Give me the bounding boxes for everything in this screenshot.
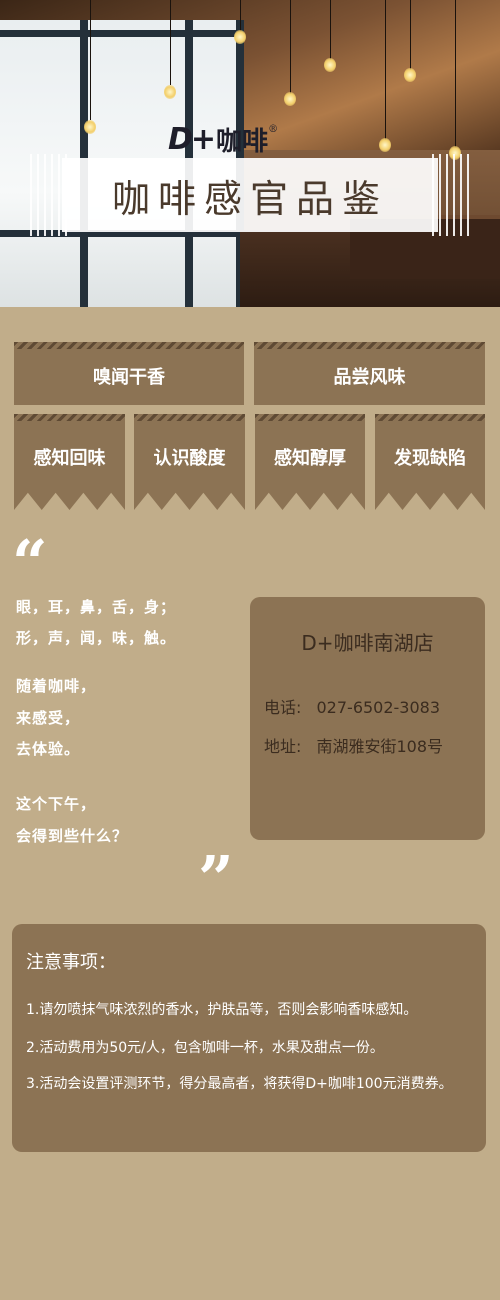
notice-title: 注意事项： <box>26 952 116 973</box>
step-tab-dry-aroma: 嗅闻干香 <box>14 342 244 405</box>
address-text: 南湖雅安街108号 <box>316 737 444 756</box>
notice-item: 1.请勿喷抹气味浓烈的香水，护肤品等，否则会影响香味感知。 <box>26 1002 418 1018</box>
step-tab-body: 感知醇厚 <box>255 414 365 510</box>
close-quote-icon: ” <box>198 842 234 915</box>
store-name: D+咖啡南湖店 <box>301 631 434 655</box>
notice-item: 2.活动费用为50元/人，包含咖啡一杯，水果及甜点一份。 <box>26 1040 384 1056</box>
light-bulb-icon <box>234 30 246 44</box>
light-bulb-icon <box>164 85 176 99</box>
lamp-cord <box>455 0 456 150</box>
step-tab-defects: 发现缺陷 <box>375 414 485 510</box>
light-bulb-icon <box>379 138 391 152</box>
logo-text: 咖啡 <box>216 126 269 157</box>
hero-banner-image: D+ 咖啡 ® 咖啡感官品鉴 <box>0 0 500 307</box>
light-bulb-icon <box>404 68 416 82</box>
lamp-cord <box>410 0 411 70</box>
phone-label: 电话: <box>264 698 302 717</box>
step-tab-label: 感知回味 <box>33 448 106 469</box>
lamp-cord <box>385 0 386 140</box>
notice-panel: 注意事项： 1.请勿喷抹气味浓烈的香水，护肤品等，否则会影响香味感知。 2.活动… <box>12 924 486 1152</box>
light-bulb-icon <box>324 58 336 72</box>
step-tab-label: 认识酸度 <box>153 448 226 469</box>
store-info-card: D+咖啡南湖店 电话: 027-6502-3083 地址: 南湖雅安街108号 <box>250 597 485 840</box>
poem-line: 形，声，闻，味，触。 <box>16 629 177 647</box>
poem-line: 来感受， <box>16 709 81 727</box>
step-tab-label: 感知醇厚 <box>274 448 346 469</box>
phone-number[interactable]: 027-6502-3083 <box>317 698 441 717</box>
logo-mark: D+ <box>168 121 216 157</box>
light-bulb-icon <box>84 120 96 134</box>
open-quote-icon: “ <box>12 526 48 599</box>
step-tab-acidity: 认识酸度 <box>134 414 245 510</box>
step-tab-label: 发现缺陷 <box>394 448 466 469</box>
poem-line: 去体验。 <box>16 740 81 758</box>
registered-mark: ® <box>268 124 279 135</box>
window-frame <box>0 30 240 37</box>
decorative-stripes <box>432 154 472 236</box>
store-phone-row: 电话: 027-6502-3083 <box>264 694 440 718</box>
notice-item: 3.活动会设置评测环节，得分最高者，将获得D+咖啡100元消费券。 <box>26 1076 453 1092</box>
store-address-row: 地址: 南湖雅安街108号 <box>264 733 443 757</box>
lamp-cord <box>290 0 291 95</box>
poem-line: 会得到些什么？ <box>16 827 129 845</box>
poem-line: 眼，耳，鼻，舌，身； <box>16 598 177 616</box>
step-tab-label: 嗅闻干香 <box>93 366 165 388</box>
lamp-cord <box>90 0 91 120</box>
page-title: 咖啡感官品鉴 <box>111 176 388 221</box>
step-tab-taste-flavor: 品尝风味 <box>254 342 485 405</box>
step-tab-aftertaste: 感知回味 <box>14 414 125 510</box>
lamp-cord <box>170 0 171 85</box>
light-bulb-icon <box>284 92 296 106</box>
step-tab-label: 品尝风味 <box>333 366 406 388</box>
address-label: 地址: <box>264 737 302 756</box>
poem-line: 这个下午， <box>16 795 97 813</box>
poem-line: 随着咖啡， <box>16 677 97 695</box>
brand-logo: D+ 咖啡 ® <box>168 121 279 157</box>
lamp-cord <box>330 0 331 60</box>
